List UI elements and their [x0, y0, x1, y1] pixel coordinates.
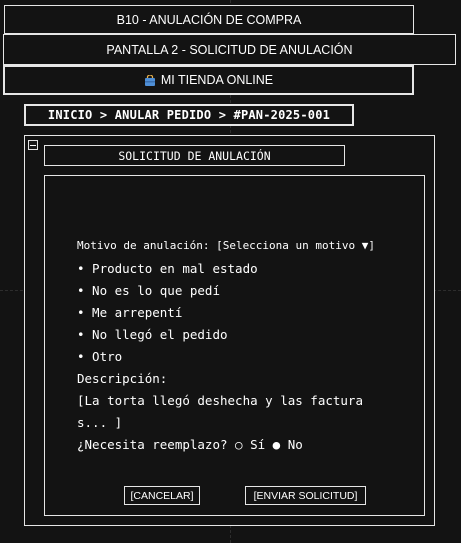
panel-title-bar: SOLICITUD DE ANULACIÓN: [44, 145, 345, 166]
cancel-button[interactable]: [CANCELAR]: [124, 486, 200, 505]
reason-select[interactable]: Motivo de anulación: [Selecciona un moti…: [77, 236, 427, 256]
breadcrumb[interactable]: INICIO > ANULAR PEDIDO > #PAN-2025-001: [24, 104, 354, 126]
screen-code-title: B10 - ANULACIÓN DE COMPRA: [116, 12, 302, 27]
store-name: MI TIENDA ONLINE: [160, 73, 274, 87]
screen-name-bar: PANTALLA 2 - SOLICITUD DE ANULACIÓN: [3, 34, 456, 65]
reason-option[interactable]: • Producto en mal estado: [77, 258, 427, 280]
cancellation-form: Motivo de anulación: [Selecciona un moti…: [77, 236, 427, 456]
description-field-continuation[interactable]: s... ]: [77, 412, 427, 434]
minimize-button[interactable]: [28, 140, 38, 150]
reason-option[interactable]: • No llegó el pedido: [77, 324, 427, 346]
submit-request-button[interactable]: [ENVIAR SOLICITUD]: [245, 486, 366, 505]
screen-code-bar: B10 - ANULACIÓN DE COMPRA: [4, 5, 414, 34]
reason-option[interactable]: • Otro: [77, 346, 427, 368]
reason-option[interactable]: • No es lo que pedí: [77, 280, 427, 302]
description-field[interactable]: [La torta llegó deshecha y las factura: [77, 390, 427, 412]
reason-option[interactable]: • Me arrepentí: [77, 302, 427, 324]
panel-title: SOLICITUD DE ANULACIÓN: [118, 148, 271, 163]
breadcrumb-text[interactable]: INICIO > ANULAR PEDIDO > #PAN-2025-001: [48, 108, 330, 122]
store-name-bar: MI TIENDA ONLINE: [3, 65, 414, 95]
screen-name-title: PANTALLA 2 - SOLICITUD DE ANULACIÓN: [106, 42, 353, 57]
description-label: Descripción:: [77, 371, 168, 386]
shopping-bag-icon: [144, 74, 155, 86]
replacement-radio-group[interactable]: ¿Necesita reemplazo? ○ Sí ● No: [77, 434, 427, 456]
minimize-icon: [30, 144, 36, 146]
